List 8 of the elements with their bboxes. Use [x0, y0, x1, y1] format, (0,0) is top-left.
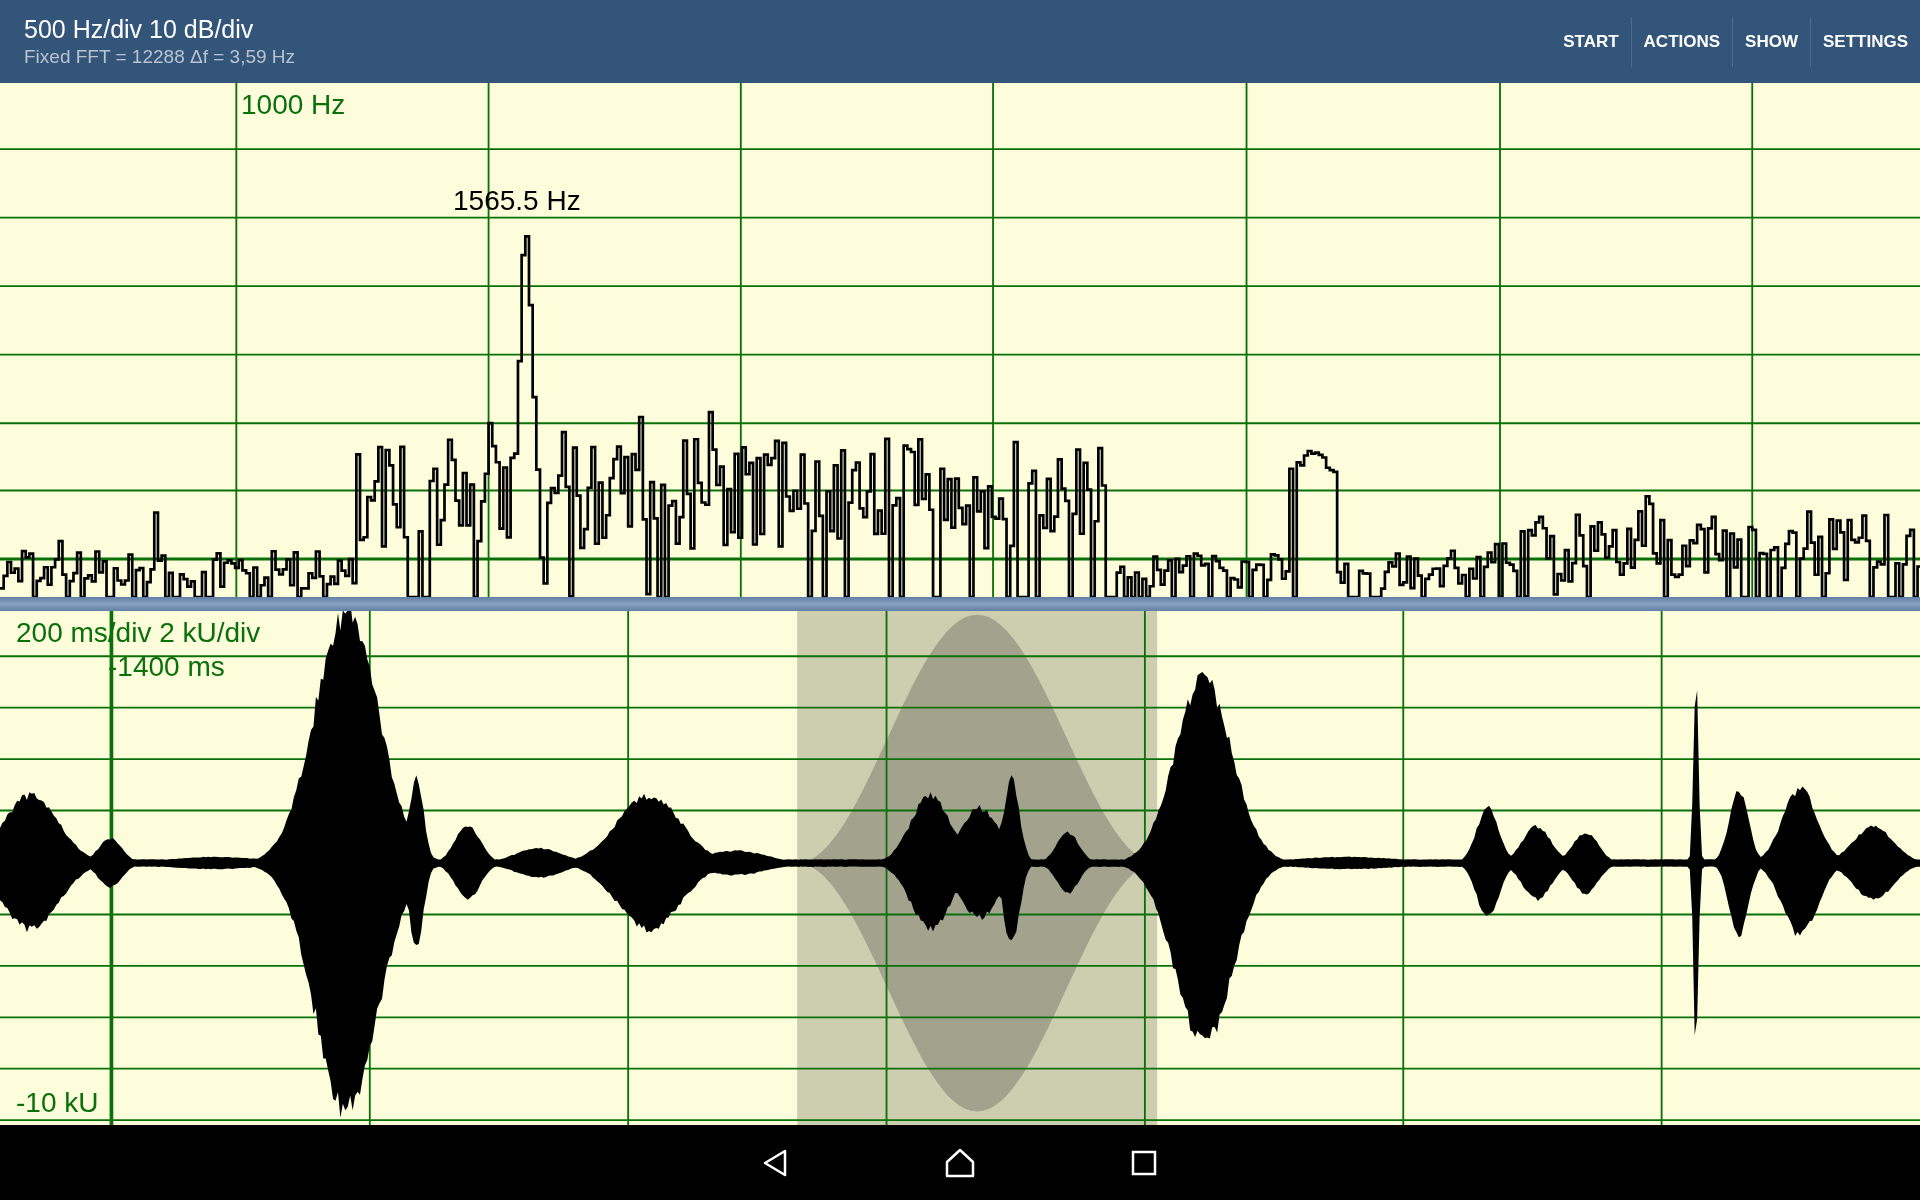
menu-button[interactable]: SHOW	[1733, 16, 1810, 67]
app-title: 500 Hz/div 10 dB/div	[24, 15, 255, 44]
amplitude-label: -10 kU	[16, 1089, 99, 1117]
app-subtitle: Fixed FFT = 12288 Δf = 3,59 Hz	[24, 46, 296, 68]
menu-button[interactable]: START	[1551, 16, 1631, 67]
menu-button[interactable]: SETTINGS	[1811, 16, 1920, 67]
frequency-marker-label: 1000 Hz	[241, 91, 346, 119]
menu-button[interactable]: ACTIONS	[1631, 16, 1733, 67]
